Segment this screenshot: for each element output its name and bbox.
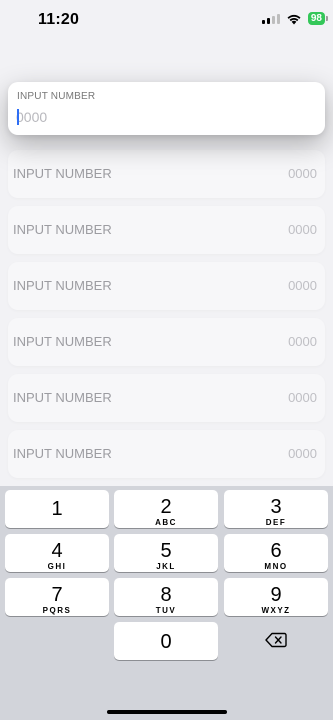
row-value: 0000 [288,278,317,293]
key-digit: 4 [51,540,63,562]
key-9[interactable]: 9 WXYZ [224,578,328,616]
row-value: 0000 [288,446,317,461]
row-value: 0000 [288,334,317,349]
delete-icon [265,632,287,648]
status-bar: 11:20 98 [0,0,333,40]
row-label: INPUT NUMBER [13,222,112,237]
key-letters: TUV [155,606,177,615]
status-icons: 98 [261,12,329,25]
key-digit: 2 [160,496,172,518]
key-letters: JKL [156,562,176,571]
home-indicator[interactable] [107,710,227,714]
input-row[interactable]: INPUT NUMBER 0000 [8,374,325,422]
wifi-icon [287,14,301,24]
text-caret [17,109,19,125]
key-digit: 7 [51,584,63,606]
key-letters: PQRS [42,606,72,615]
key-letters: GHI [47,562,67,571]
row-value: 0000 [288,222,317,237]
row-label: INPUT NUMBER [13,390,112,405]
key-letters: ABC [155,518,177,527]
input-row[interactable]: INPUT NUMBER 0000 [8,206,325,254]
key-8[interactable]: 8 TUV [114,578,218,616]
key-digit: 6 [270,540,282,562]
signal-icon [261,13,280,24]
row-value: 0000 [288,166,317,181]
row-label: INPUT NUMBER [13,166,112,181]
key-letters: DEF [265,518,287,527]
key-digit: 5 [160,540,172,562]
key-5[interactable]: 5 JKL [114,534,218,572]
key-digit: 8 [160,584,172,606]
key-digit: 1 [51,498,63,520]
delete-button[interactable] [224,622,328,658]
key-letters: WXYZ [261,606,291,615]
focused-input-label: INPUT NUMBER [17,91,96,102]
row-label: INPUT NUMBER [13,334,112,349]
input-row[interactable]: INPUT NUMBER 0000 [8,318,325,366]
key-0[interactable]: 0 [114,622,218,660]
key-6[interactable]: 6 MNO [224,534,328,572]
key-letters: MNO [264,562,288,571]
key-7[interactable]: 7 PQRS [5,578,109,616]
row-value: 0000 [288,390,317,405]
key-digit: 9 [270,584,282,606]
key-digit: 0 [160,631,172,653]
key-1[interactable]: 1 [5,490,109,528]
key-3[interactable]: 3 DEF [224,490,328,528]
input-row[interactable]: INPUT NUMBER 0000 [8,150,325,198]
row-label: INPUT NUMBER [13,446,112,461]
key-digit: 3 [270,496,282,518]
key-4[interactable]: 4 GHI [5,534,109,572]
input-row[interactable]: INPUT NUMBER 0000 [8,262,325,310]
focused-input-card[interactable]: INPUT NUMBER [8,82,325,135]
battery-icon: 98 [307,12,329,25]
input-row[interactable]: INPUT NUMBER 0000 [8,430,325,478]
row-label: INPUT NUMBER [13,278,112,293]
status-time: 11:20 [38,11,80,28]
number-input[interactable] [16,107,306,127]
key-2[interactable]: 2 ABC [114,490,218,528]
